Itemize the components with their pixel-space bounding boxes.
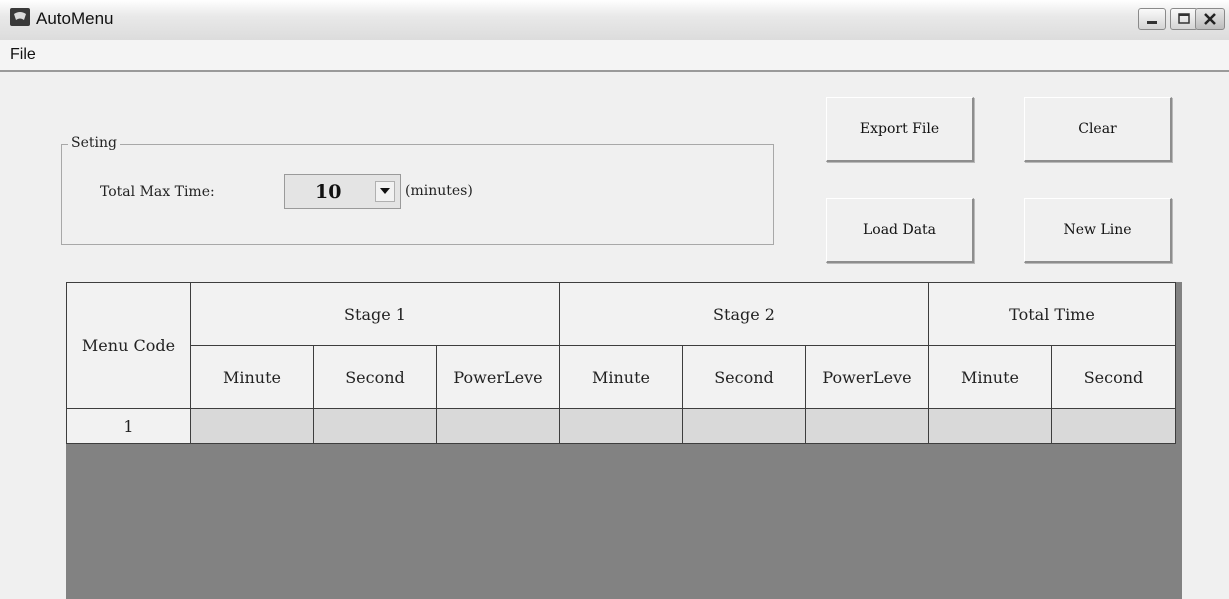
table-row: 1 — [66, 408, 1176, 444]
max-time-select[interactable]: 10 — [284, 174, 401, 209]
header-total-minute: Minute — [928, 345, 1052, 409]
header-total-time: Total Time — [928, 282, 1176, 346]
title-bar: AutoMenu — [0, 0, 1229, 40]
export-file-button[interactable]: Export File — [826, 97, 974, 162]
clear-button[interactable]: Clear — [1024, 97, 1172, 162]
table-cell[interactable] — [1051, 408, 1176, 444]
window-title: AutoMenu — [36, 9, 114, 28]
max-time-value: 10 — [315, 181, 342, 203]
app-icon — [10, 8, 30, 26]
table-cell[interactable] — [928, 408, 1052, 444]
header-stage1-minute: Minute — [190, 345, 314, 409]
minimize-button[interactable] — [1138, 8, 1166, 30]
table-cell[interactable] — [436, 408, 560, 444]
minimize-icon — [1147, 21, 1157, 24]
header-stage1-second: Second — [313, 345, 437, 409]
header-stage2-minute: Minute — [559, 345, 683, 409]
header-stage2-powerlevel: PowerLeve — [805, 345, 929, 409]
row-menu-code: 1 — [66, 408, 191, 444]
chevron-down-icon — [380, 188, 390, 194]
close-icon — [1204, 13, 1216, 25]
header-total-second: Second — [1051, 345, 1176, 409]
menu-table: Menu Code Stage 1 Stage 2 Total Time Min… — [66, 282, 1176, 444]
maximize-icon — [1178, 13, 1190, 24]
load-data-button[interactable]: Load Data — [826, 198, 974, 263]
table-cell[interactable] — [682, 408, 806, 444]
table-cell[interactable] — [313, 408, 437, 444]
menu-bar: File — [0, 40, 1229, 72]
table-cell[interactable] — [805, 408, 929, 444]
new-line-button[interactable]: New Line — [1024, 198, 1172, 263]
close-button[interactable] — [1195, 8, 1225, 30]
header-stage1-powerlevel: PowerLeve — [436, 345, 560, 409]
header-menu-code: Menu Code — [66, 282, 191, 409]
max-time-label: Total Max Time: — [100, 184, 215, 200]
table-cell[interactable] — [190, 408, 314, 444]
menu-file[interactable]: File — [10, 46, 36, 64]
header-stage2-second: Second — [682, 345, 806, 409]
table-cell[interactable] — [559, 408, 683, 444]
header-stage-2: Stage 2 — [559, 282, 929, 346]
dropdown-button[interactable] — [375, 181, 395, 202]
setting-legend: Seting — [68, 135, 120, 151]
unit-label: (minutes) — [405, 183, 473, 199]
maximize-button[interactable] — [1170, 8, 1198, 30]
header-stage-1: Stage 1 — [190, 282, 560, 346]
